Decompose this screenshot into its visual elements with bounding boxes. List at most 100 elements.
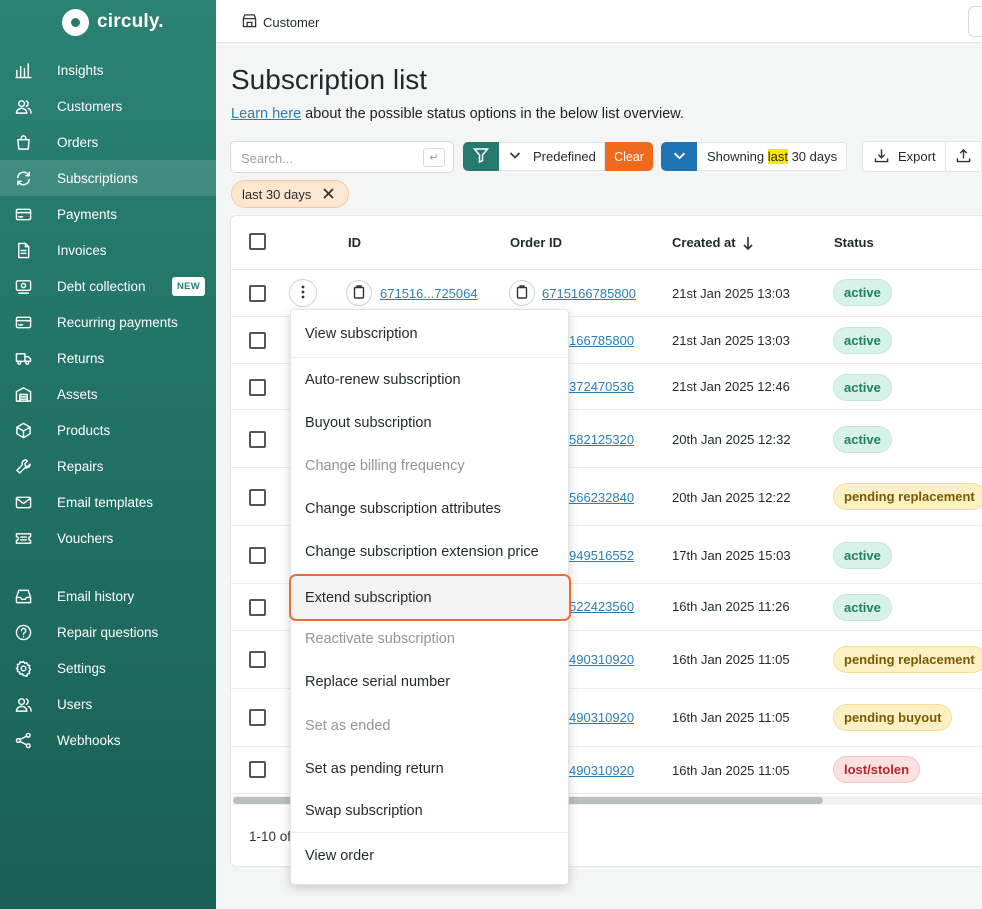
order-id-link[interactable]: 490310920 xyxy=(569,652,634,667)
menu-item-buyout-subscription[interactable]: Buyout subscription xyxy=(291,401,570,444)
row-actions-button[interactable] xyxy=(289,279,317,307)
sidebar-item-label: Email templates xyxy=(57,494,154,510)
sidebar-item-label: Returns xyxy=(57,350,105,366)
predefined-filter-dropdown[interactable]: Predefined xyxy=(499,142,605,171)
row-checkbox[interactable] xyxy=(249,489,266,506)
breadcrumb-label: Customer xyxy=(263,14,320,30)
menu-item-auto-renew-subscription[interactable]: Auto-renew subscription xyxy=(291,358,570,401)
order-id-link[interactable]: 166785800 xyxy=(569,333,634,348)
row-checkbox[interactable] xyxy=(249,761,266,778)
sidebar-item-label: Email history xyxy=(57,588,135,604)
learn-here-link[interactable]: Learn here xyxy=(231,106,301,122)
sidebar-item-payments[interactable]: Payments xyxy=(0,196,216,232)
row-actions-menu: View subscription Auto-renew subscriptio… xyxy=(289,309,571,885)
created-at-cell: 16th Jan 2025 11:05 xyxy=(672,763,790,778)
upload-icon xyxy=(956,148,971,166)
breadcrumb[interactable]: Customer xyxy=(242,13,319,31)
sidebar-item-orders[interactable]: Orders xyxy=(0,124,216,160)
sort-descending-icon[interactable] xyxy=(742,236,754,253)
clipboard-icon xyxy=(516,284,528,302)
row-checkbox[interactable] xyxy=(249,599,266,616)
status-badge: lost/stolen xyxy=(833,756,921,783)
status-badge: active xyxy=(833,279,892,306)
menu-item-swap-subscription[interactable]: Swap subscription xyxy=(291,790,570,833)
row-checkbox[interactable] xyxy=(249,431,266,448)
sidebar-item-label: Repair questions xyxy=(57,624,159,640)
sidebar-item-products[interactable]: Products xyxy=(0,412,216,448)
status-badge: pending replacement xyxy=(833,483,982,510)
sidebar-item-email-templates[interactable]: Email templates xyxy=(0,484,216,520)
sidebar-item-users[interactable]: Users xyxy=(0,686,216,722)
created-at-cell: 16th Jan 2025 11:05 xyxy=(672,710,790,725)
row-checkbox[interactable] xyxy=(249,651,266,668)
filter-button[interactable] xyxy=(463,142,499,171)
copy-id-button[interactable] xyxy=(346,280,372,306)
created-at-cell: 16th Jan 2025 11:26 xyxy=(672,599,790,614)
menu-item-view-subscription[interactable]: View subscription xyxy=(291,310,570,358)
order-id-link[interactable]: 490310920 xyxy=(569,763,634,778)
subscription-id-link[interactable]: 671516...725064 xyxy=(380,286,478,301)
date-range-toggle[interactable] xyxy=(661,142,697,171)
column-header-status[interactable]: Status xyxy=(834,235,874,250)
copy-order-id-button[interactable] xyxy=(509,280,535,306)
sidebar-item-invoices[interactable]: Invoices xyxy=(0,232,216,268)
close-icon[interactable] xyxy=(323,187,335,202)
status-badge: pending buyout xyxy=(833,704,953,731)
sidebar-item-webhooks[interactable]: Webhooks xyxy=(0,722,216,758)
circuly-logo[interactable]: circuly. xyxy=(62,8,164,36)
row-checkbox[interactable] xyxy=(249,285,266,302)
clear-button[interactable]: Clear xyxy=(605,142,653,171)
row-checkbox[interactable] xyxy=(249,332,266,349)
menu-item-view-order[interactable]: View order xyxy=(291,834,570,877)
search-box[interactable]: ↵ xyxy=(230,141,454,173)
sidebar-item-repair-questions[interactable]: Repair questions xyxy=(0,614,216,650)
sidebar-item-settings[interactable]: Settings xyxy=(0,650,216,686)
gear-icon xyxy=(15,660,32,677)
order-id-link[interactable]: 566232840 xyxy=(569,490,634,505)
order-id-link[interactable]: 372470536 xyxy=(569,379,634,394)
menu-item-change-subscription-attributes[interactable]: Change subscription attributes xyxy=(291,487,570,530)
sidebar-item-assets[interactable]: Assets xyxy=(0,376,216,412)
select-all-checkbox[interactable] xyxy=(249,233,266,250)
sidebar-item-recurring-payments[interactable]: Recurring payments xyxy=(0,304,216,340)
logo-icon xyxy=(62,8,89,36)
sidebar-item-vouchers[interactable]: Vouchers xyxy=(0,520,216,556)
column-header-order-id[interactable]: Order ID xyxy=(510,235,562,250)
order-id-link[interactable]: 6715166785800 xyxy=(542,286,636,301)
range-prefix: Showning xyxy=(707,149,768,164)
menu-item-replace-serial-number[interactable]: Replace serial number xyxy=(291,660,570,703)
menu-item-extend-subscription[interactable]: Extend subscription xyxy=(289,574,571,621)
sidebar-item-subscriptions[interactable]: Subscriptions xyxy=(0,160,216,196)
order-id-link[interactable]: 582125320 xyxy=(569,432,634,447)
sidebar-item-repairs[interactable]: Repairs xyxy=(0,448,216,484)
sidebar-item-insights[interactable]: Insights xyxy=(0,52,216,88)
column-header-id[interactable]: ID xyxy=(348,235,361,250)
sidebar-item-customers[interactable]: Customers xyxy=(0,88,216,124)
account-button[interactable] xyxy=(968,6,982,37)
row-checkbox[interactable] xyxy=(249,379,266,396)
sidebar-item-debt-collection[interactable]: Debt collection NEW xyxy=(0,268,216,304)
row-checkbox[interactable] xyxy=(249,709,266,726)
order-id-link[interactable]: 490310920 xyxy=(569,710,634,725)
order-id-link[interactable]: 522423560 xyxy=(569,599,634,614)
menu-item-set-as-pending-return[interactable]: Set as pending return xyxy=(291,747,570,790)
credit-card-icon xyxy=(15,314,32,331)
menu-item-change-subscription-extension-price[interactable]: Change subscription extension price xyxy=(291,530,570,573)
search-input[interactable] xyxy=(241,148,411,168)
status-badge: active xyxy=(833,327,892,354)
row-checkbox[interactable] xyxy=(249,547,266,564)
top-bar: Customer xyxy=(216,0,982,43)
sidebar-item-label: Assets xyxy=(57,386,98,402)
date-range-display[interactable]: Showning last 30 days xyxy=(697,142,847,171)
sidebar-item-returns[interactable]: Returns xyxy=(0,340,216,376)
sidebar-item-email-history[interactable]: Email history xyxy=(0,578,216,614)
status-badge: pending replacement xyxy=(833,646,982,673)
export-button[interactable]: Export xyxy=(862,141,946,172)
mail-icon xyxy=(15,494,32,511)
import-button[interactable] xyxy=(946,141,982,172)
column-header-created-at[interactable]: Created at xyxy=(672,235,754,253)
range-highlight: last xyxy=(767,149,788,164)
order-id-link[interactable]: 949516552 xyxy=(569,548,634,563)
help-text: about the possible status options in the… xyxy=(301,106,685,122)
truck-icon xyxy=(15,350,32,367)
